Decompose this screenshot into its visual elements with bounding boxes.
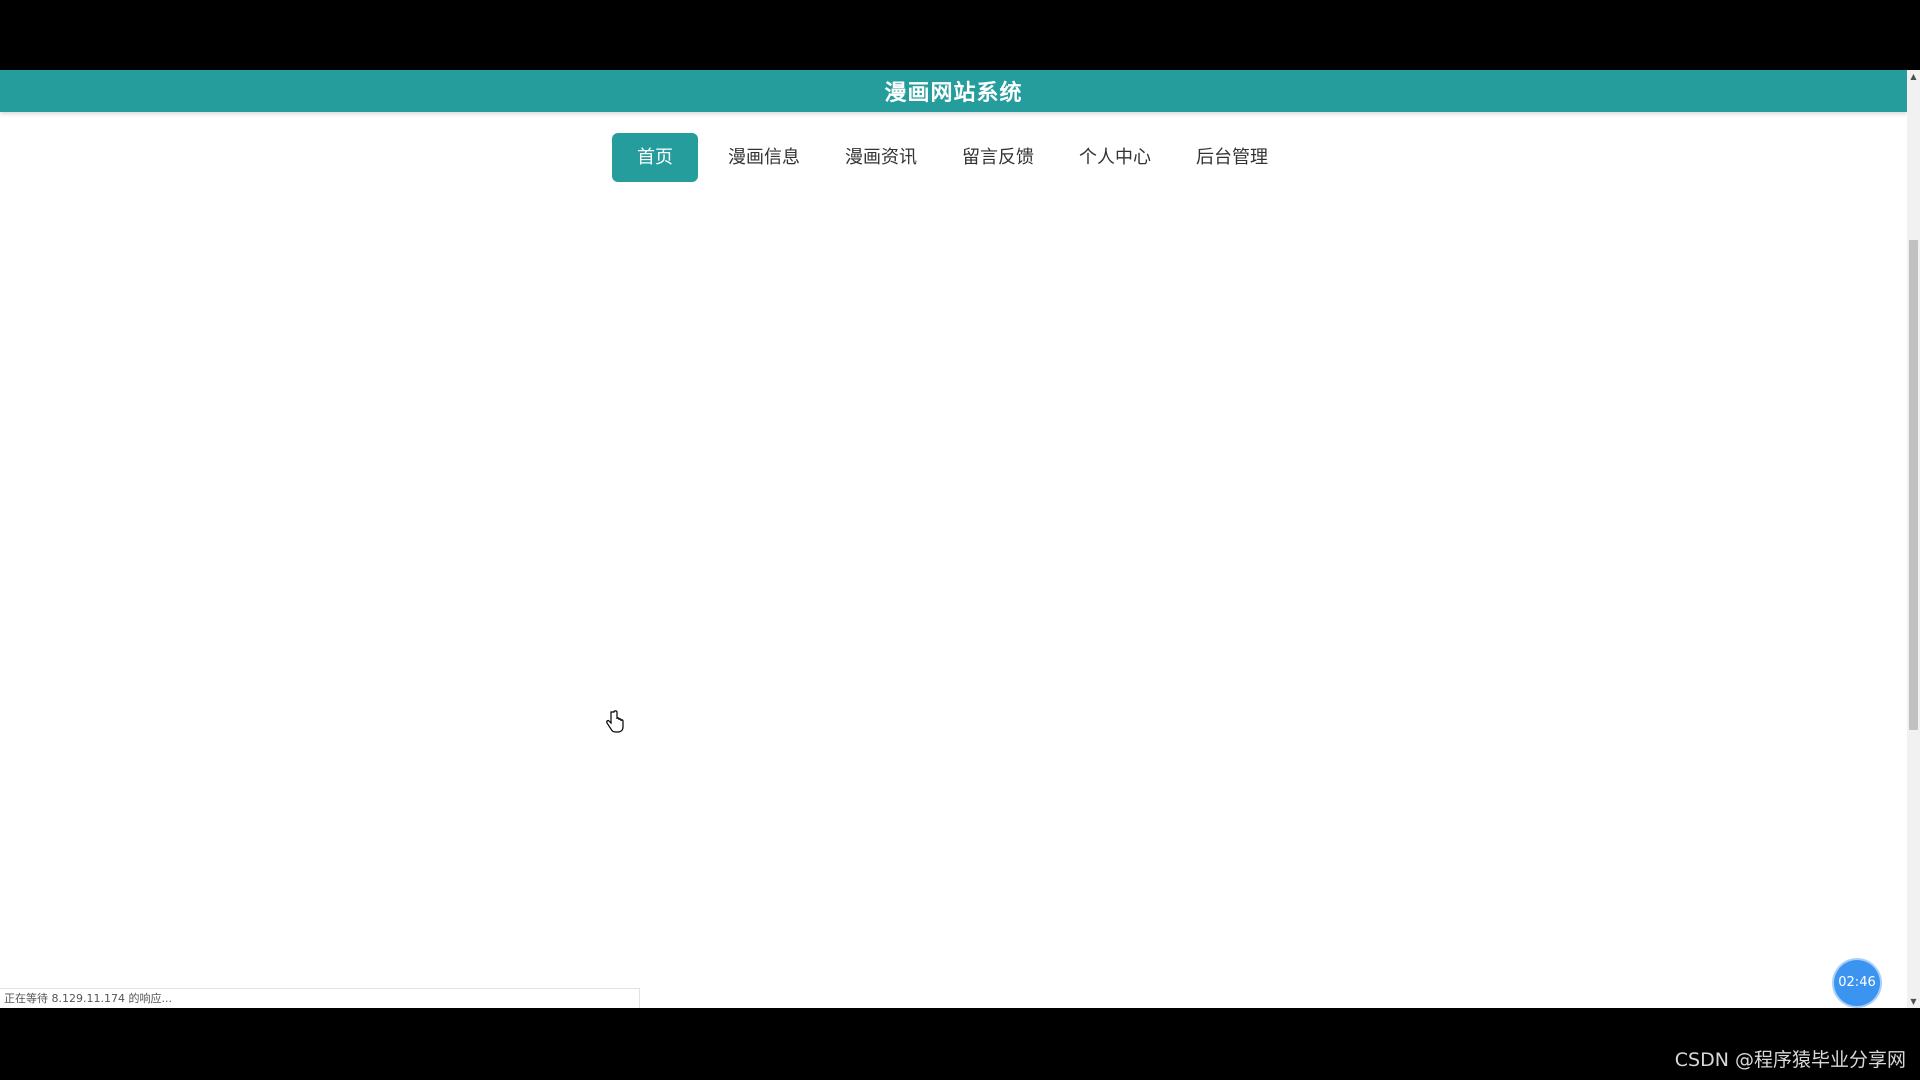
- nav-item-home[interactable]: 首页: [612, 133, 698, 182]
- triangle-down-icon[interactable]: ▼: [1907, 995, 1920, 1008]
- watermark-text: CSDN @程序猿毕业分享网: [1674, 1049, 1906, 1071]
- nav-item-comic-news[interactable]: 漫画资讯: [829, 133, 933, 182]
- vertical-scrollbar[interactable]: ▲ ▼: [1907, 70, 1920, 1008]
- nav-item-feedback[interactable]: 留言反馈: [946, 133, 1050, 182]
- nav-item-admin[interactable]: 后台管理: [1180, 133, 1284, 182]
- browser-viewport: 漫画网站系统 首页 漫画信息 漫画资讯 留言反馈 个人中心 后台管理 ▲ ▼ 正…: [0, 70, 1920, 1008]
- triangle-up-icon[interactable]: ▲: [1907, 70, 1920, 83]
- main-nav: 首页 漫画信息 漫画资讯 留言反馈 个人中心 后台管理: [612, 133, 1297, 182]
- top-black-bar: [0, 0, 1920, 70]
- bottom-black-bar: CSDN @程序猿毕业分享网: [0, 1008, 1920, 1080]
- nav-item-comic-info[interactable]: 漫画信息: [712, 133, 816, 182]
- site-title: 漫画网站系统: [884, 81, 1023, 106]
- nav-item-personal-center[interactable]: 个人中心: [1063, 133, 1167, 182]
- browser-status-bar: 正在等待 8.129.11.174 的响应...: [0, 988, 640, 1008]
- hand-pointer-icon: [606, 710, 624, 733]
- site-header: 漫画网站系统: [0, 70, 1907, 112]
- scroll-thumb[interactable]: [1909, 240, 1918, 730]
- timer-badge[interactable]: 02:46: [1834, 960, 1880, 1006]
